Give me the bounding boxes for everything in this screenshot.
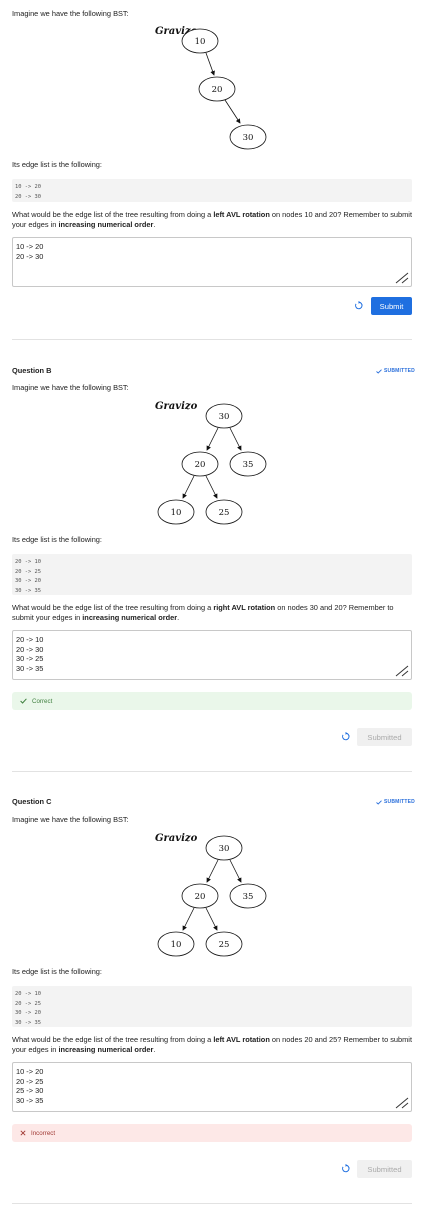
- question-prompt: What would be the edge list of the tree …: [12, 1035, 412, 1054]
- edge-arrow: [206, 859, 219, 883]
- submitted-button[interactable]: Submitted: [357, 728, 412, 746]
- resize-handle-icon[interactable]: [395, 1097, 409, 1109]
- submit-button[interactable]: Submit: [371, 297, 412, 315]
- edge-list-code: 20 -> 10 20 -> 25 30 -> 20 30 -> 35: [12, 986, 412, 1027]
- check-icon: [376, 799, 382, 805]
- answer-textarea[interactable]: 10 -> 20 20 -> 25 25 -> 30 30 -> 35: [12, 1062, 412, 1112]
- edge-list-intro: Its edge list is the following:: [12, 967, 102, 976]
- question-intro: Imagine we have the following BST:: [12, 9, 129, 18]
- node-label: 35: [243, 460, 254, 470]
- answer-textarea[interactable]: 20 -> 10 20 -> 30 30 -> 25 30 -> 35: [12, 630, 412, 680]
- bst-diagram: Gravizo 30 20 35 10 25: [150, 829, 280, 959]
- check-icon: [376, 368, 382, 374]
- bst-diagram: Gravizo 30 20 35 10 25: [150, 397, 280, 527]
- edge-list-intro: Its edge list is the following:: [12, 535, 102, 544]
- reset-icon[interactable]: [341, 732, 350, 741]
- close-icon: [20, 1130, 26, 1136]
- status-badge: SUBMITTED: [376, 368, 415, 374]
- bst-graph: 10 20 30: [181, 28, 267, 150]
- node-label: 25: [219, 508, 230, 518]
- edge-arrow: [224, 99, 241, 124]
- result-correct-banner: Correct: [12, 692, 412, 710]
- divider: [12, 771, 412, 772]
- edge-arrow: [206, 427, 219, 451]
- question-prompt: What would be the edge list of the tree …: [12, 603, 394, 622]
- edge-arrow: [182, 907, 195, 931]
- edge-arrow: [229, 859, 242, 883]
- edge-arrow: [205, 52, 215, 76]
- submitted-button[interactable]: Submitted: [357, 1160, 412, 1178]
- node-label: 35: [243, 892, 254, 902]
- node-label: 30: [219, 844, 230, 854]
- divider: [12, 339, 412, 340]
- resize-handle-icon[interactable]: [395, 272, 409, 284]
- answer-textarea[interactable]: 10 -> 20 20 -> 30: [12, 237, 412, 287]
- node-label: 10: [171, 508, 182, 518]
- node-label: 25: [219, 940, 230, 950]
- question-title: Question B: [12, 366, 52, 375]
- reset-icon[interactable]: [354, 301, 363, 310]
- edge-arrow: [205, 475, 218, 499]
- node-label: 30: [219, 412, 230, 422]
- edge-arrow: [229, 427, 242, 451]
- edge-arrow: [205, 907, 218, 931]
- node-label: 30: [243, 133, 254, 143]
- check-icon: [20, 698, 27, 704]
- resize-handle-icon[interactable]: [395, 665, 409, 677]
- node-label: 10: [195, 37, 206, 47]
- question-intro: Imagine we have the following BST:: [12, 383, 129, 392]
- result-incorrect-banner: Incorrect: [12, 1124, 412, 1142]
- question-intro: Imagine we have the following BST:: [12, 815, 129, 824]
- node-label: 10: [171, 940, 182, 950]
- edge-arrow: [182, 475, 195, 499]
- node-label: 20: [212, 85, 223, 95]
- bst-graph: 30 20 35 10 25: [157, 403, 267, 525]
- bst-graph: 30 20 35 10 25: [157, 835, 267, 957]
- divider: [12, 1203, 412, 1204]
- edge-list-code: 20 -> 10 20 -> 25 30 -> 20 30 -> 35: [12, 554, 412, 595]
- question-prompt: What would be the edge list of the tree …: [12, 210, 412, 229]
- question-title: Question C: [12, 797, 52, 806]
- edge-list-code: 10 -> 20 20 -> 30: [12, 179, 412, 202]
- bst-diagram: Gravizo 10 20 30: [150, 22, 280, 152]
- reset-icon[interactable]: [341, 1164, 350, 1173]
- node-label: 20: [195, 460, 206, 470]
- edge-list-intro: Its edge list is the following:: [12, 160, 102, 169]
- status-badge: SUBMITTED: [376, 799, 415, 805]
- node-label: 20: [195, 892, 206, 902]
